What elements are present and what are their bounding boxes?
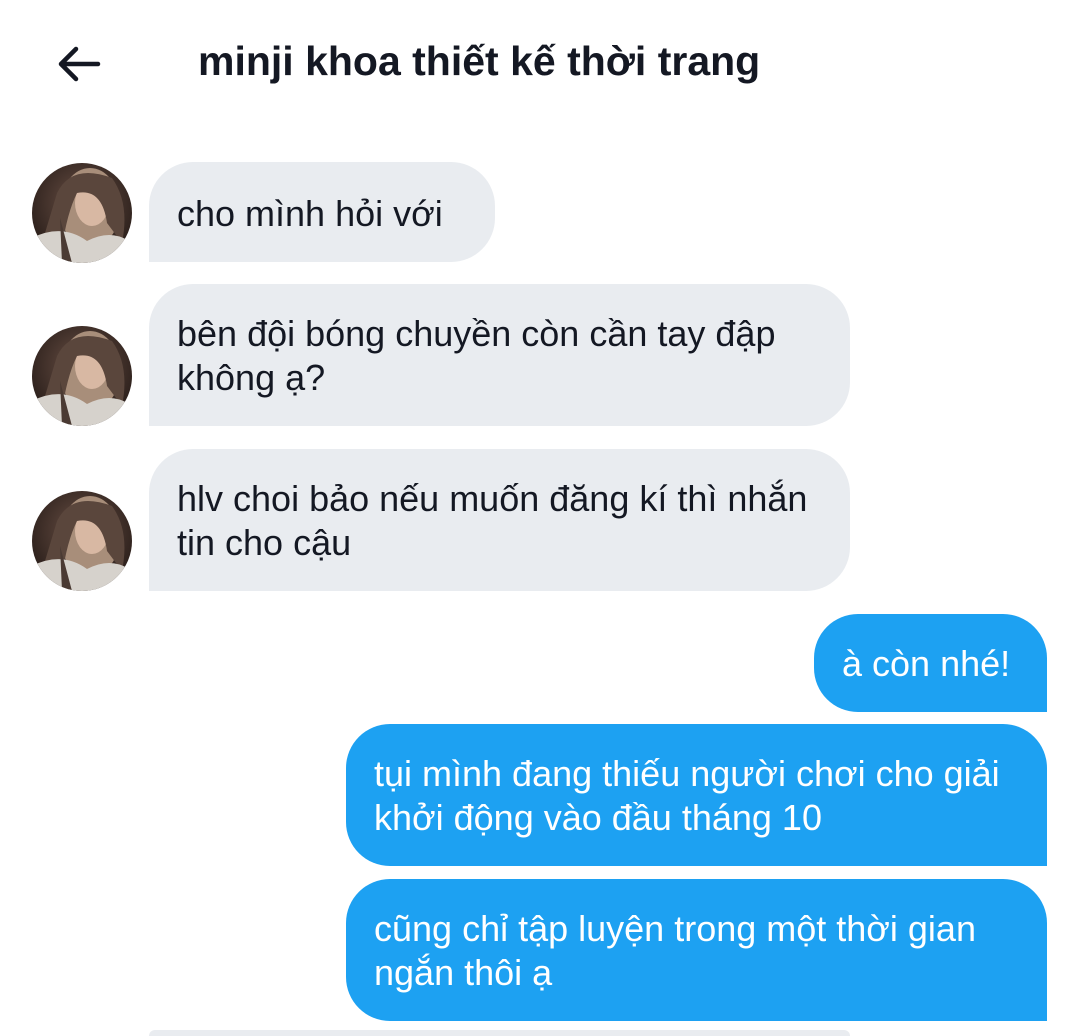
avatar-photo: [32, 491, 132, 591]
conversation-title: minji khoa thiết kế thời trang: [198, 38, 761, 84]
message-bubble-incoming[interactable]: cho mình hỏi với: [149, 162, 495, 262]
back-button[interactable]: [48, 36, 108, 92]
message-row: bên đội bóng chuyền còn cần tay đập khôn…: [0, 284, 1080, 426]
next-message-bubble-partial: [149, 1030, 850, 1036]
message-text: cho mình hỏi với: [177, 193, 443, 234]
message-text: cũng chỉ tập luyện trong một thời gian n…: [374, 908, 976, 993]
message-text: à còn nhé!: [842, 643, 1011, 684]
avatar-photo: [32, 326, 132, 426]
message-bubble-outgoing[interactable]: cũng chỉ tập luyện trong một thời gian n…: [346, 879, 1047, 1021]
message-bubble-incoming[interactable]: hlv choi bảo nếu muốn đăng kí thì nhắn t…: [149, 449, 850, 591]
avatar[interactable]: [32, 491, 132, 591]
message-row: tụi mình đang thiếu người chơi cho giải …: [0, 724, 1080, 866]
message-bubble-incoming[interactable]: bên đội bóng chuyền còn cần tay đập khôn…: [149, 284, 850, 426]
message-text: hlv choi bảo nếu muốn đăng kí thì nhắn t…: [177, 478, 808, 563]
avatar[interactable]: [32, 163, 132, 263]
chat-header: minji khoa thiết kế thời trang: [0, 0, 1080, 128]
message-row: cũng chỉ tập luyện trong một thời gian n…: [0, 879, 1080, 1021]
message-bubble-outgoing[interactable]: tụi mình đang thiếu người chơi cho giải …: [346, 724, 1047, 866]
message-row: cho mình hỏi với: [0, 162, 1080, 263]
avatar-photo: [32, 163, 132, 263]
message-bubble-outgoing[interactable]: à còn nhé!: [814, 614, 1047, 712]
avatar[interactable]: [32, 326, 132, 426]
message-row: hlv choi bảo nếu muốn đăng kí thì nhắn t…: [0, 449, 1080, 591]
message-text: tụi mình đang thiếu người chơi cho giải …: [374, 753, 1000, 838]
message-text: bên đội bóng chuyền còn cần tay đập khôn…: [177, 313, 776, 398]
message-row: à còn nhé!: [0, 614, 1080, 712]
arrow-left-icon: [58, 46, 101, 82]
